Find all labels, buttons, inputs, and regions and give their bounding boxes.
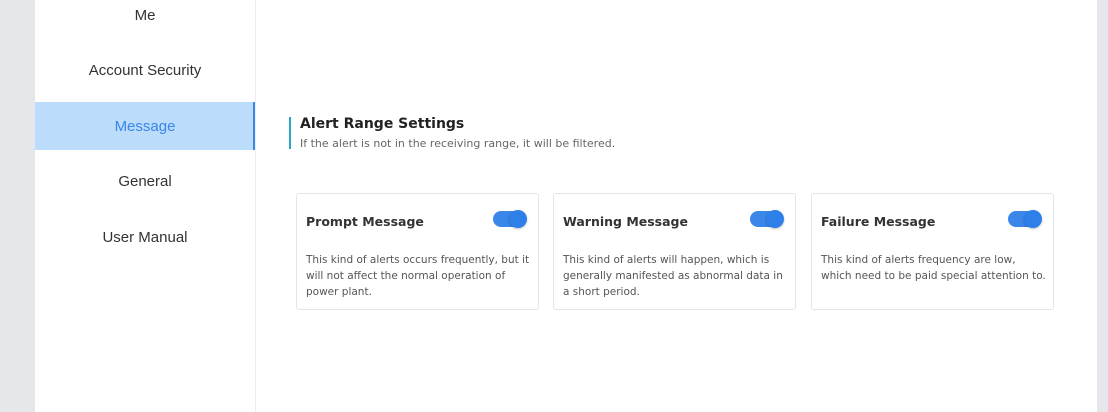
- card-title: Warning Message: [563, 214, 688, 229]
- toggle-knob: [1024, 210, 1042, 228]
- card-description: This kind of alerts frequency are low, w…: [821, 254, 1046, 282]
- sidebar-item-label: Me: [134, 6, 156, 24]
- sidebar-item-me[interactable]: Me: [35, 0, 255, 39]
- section-title: Alert Range Settings: [300, 116, 465, 132]
- sidebar-item-account-security[interactable]: Account Security: [35, 46, 255, 94]
- alert-card-warning: Warning Message This kind of alerts will…: [553, 193, 796, 310]
- right-gutter: [1097, 0, 1108, 412]
- sidebar-item-label: General: [118, 172, 172, 190]
- alert-card-failure: Failure Message This kind of alerts freq…: [811, 193, 1054, 310]
- toggle-knob: [766, 210, 784, 228]
- card-description: This kind of alerts will happen, which i…: [563, 254, 783, 298]
- left-gutter: [0, 0, 35, 412]
- sidebar-item-message[interactable]: Message: [35, 102, 255, 150]
- prompt-message-toggle[interactable]: [493, 210, 527, 228]
- sidebar-item-label: User Manual: [102, 228, 188, 246]
- main-panel: Alert Range Settings If the alert is not…: [256, 0, 1097, 412]
- failure-message-toggle[interactable]: [1008, 210, 1042, 228]
- sidebar: Me Account Security Message General User…: [35, 0, 255, 412]
- sidebar-item-general[interactable]: General: [35, 157, 255, 205]
- sidebar-item-user-manual[interactable]: User Manual: [35, 213, 255, 261]
- sidebar-item-label: Account Security: [88, 61, 202, 79]
- toggle-knob: [509, 210, 527, 228]
- card-title: Failure Message: [821, 214, 936, 229]
- card-description: This kind of alerts occurs frequently, b…: [306, 254, 530, 298]
- section-description: If the alert is not in the receiving ran…: [300, 137, 616, 150]
- card-title: Prompt Message: [306, 214, 424, 229]
- alert-card-prompt: Prompt Message This kind of alerts occur…: [296, 193, 539, 310]
- sidebar-item-label: Message: [114, 117, 176, 135]
- section-accent-bar: [289, 117, 291, 149]
- warning-message-toggle[interactable]: [750, 210, 784, 228]
